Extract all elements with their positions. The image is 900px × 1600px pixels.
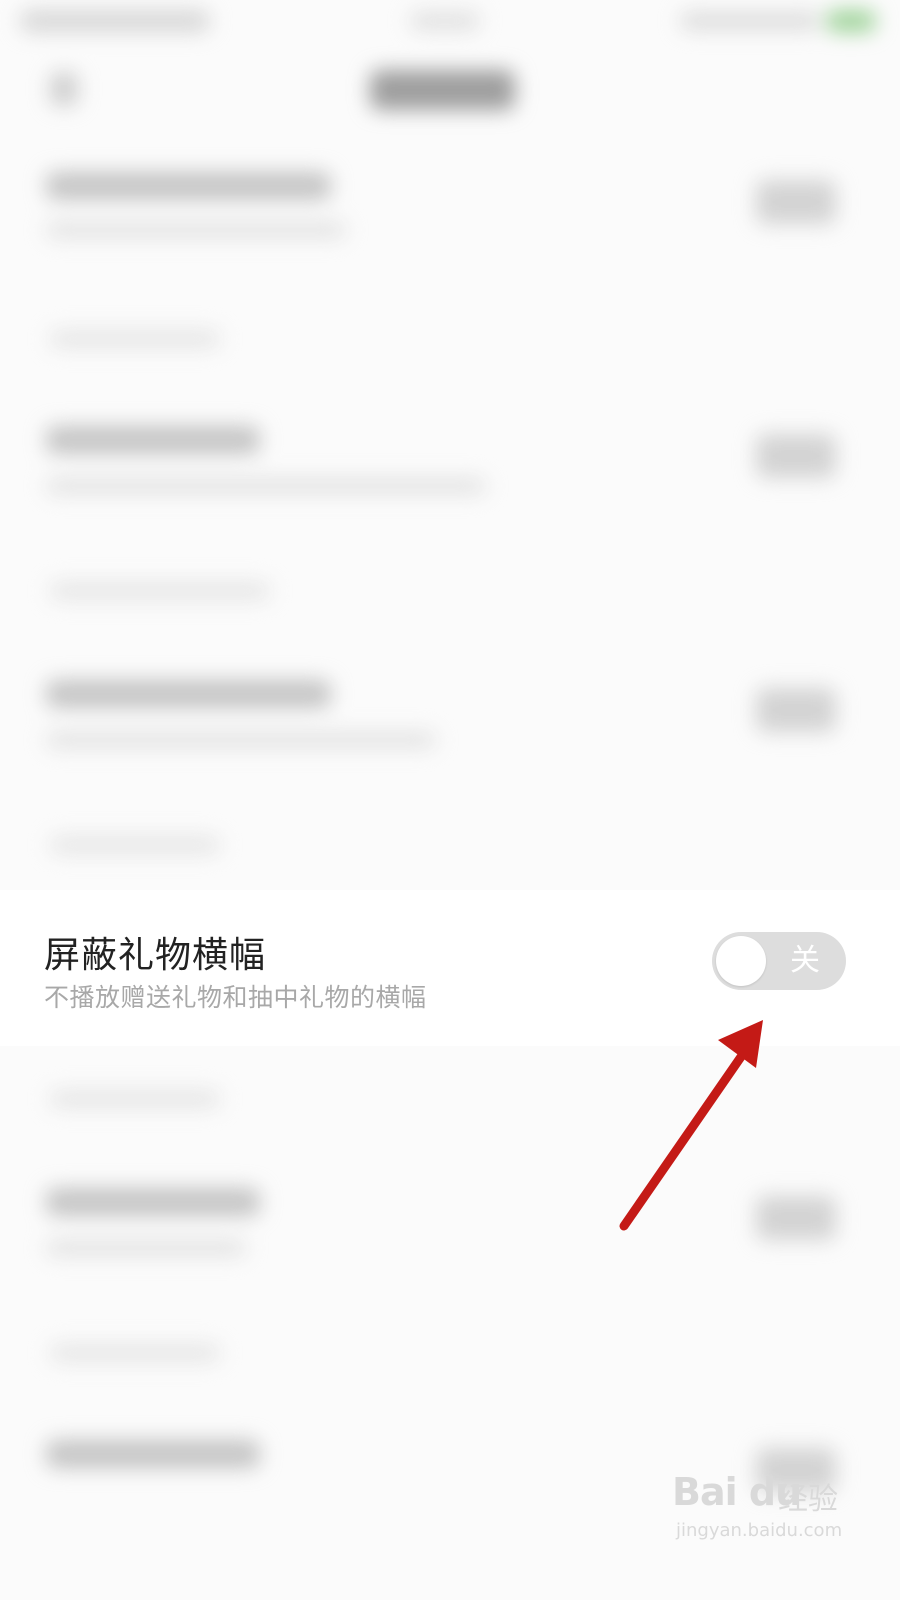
status-bar-left (20, 10, 210, 32)
toggle-knob (716, 936, 766, 986)
setting-subtitle: 不播放赠送礼物和抽中礼物的横幅 (44, 983, 427, 1012)
setting-row-subtitle (46, 1240, 246, 1256)
settings-screen: 屏蔽礼物横幅 不播放赠送礼物和抽中礼物的横幅 关 Bai du 经验 jingy… (0, 0, 900, 1600)
back-arrow-icon[interactable] (50, 72, 78, 106)
status-bar-center (410, 12, 480, 30)
setting-row-title (46, 426, 260, 454)
annotation-arrow-icon (619, 1020, 763, 1231)
blurred-background (0, 0, 900, 1600)
section-header (50, 836, 220, 854)
setting-row-title (46, 680, 331, 708)
setting-row-title (46, 1188, 260, 1216)
setting-toggle[interactable] (756, 688, 836, 732)
section-header (50, 1344, 220, 1362)
status-bar-right (680, 12, 820, 30)
section-header (50, 330, 220, 348)
section-header (50, 1090, 220, 1108)
watermark-url: jingyan.baidu.com (676, 1520, 843, 1541)
setting-row-subtitle (46, 732, 436, 748)
toggle-state-label: 关 (790, 943, 820, 978)
watermark-cn: 经验 (778, 1482, 838, 1517)
baidu-jingyan-watermark: Bai du 经验 jingyan.baidu.com (672, 1470, 852, 1560)
setting-row-subtitle (46, 222, 346, 238)
page-title (370, 70, 515, 110)
section-header (50, 582, 270, 600)
block-gift-banner-toggle[interactable]: 关 (712, 932, 846, 990)
setting-toggle[interactable] (756, 180, 836, 224)
setting-row-subtitle (46, 478, 486, 494)
setting-row-title (46, 172, 331, 200)
setting-title: 屏蔽礼物横幅 (44, 935, 267, 976)
battery-icon (826, 10, 876, 32)
setting-toggle[interactable] (756, 434, 836, 478)
setting-row-title (46, 1440, 260, 1468)
